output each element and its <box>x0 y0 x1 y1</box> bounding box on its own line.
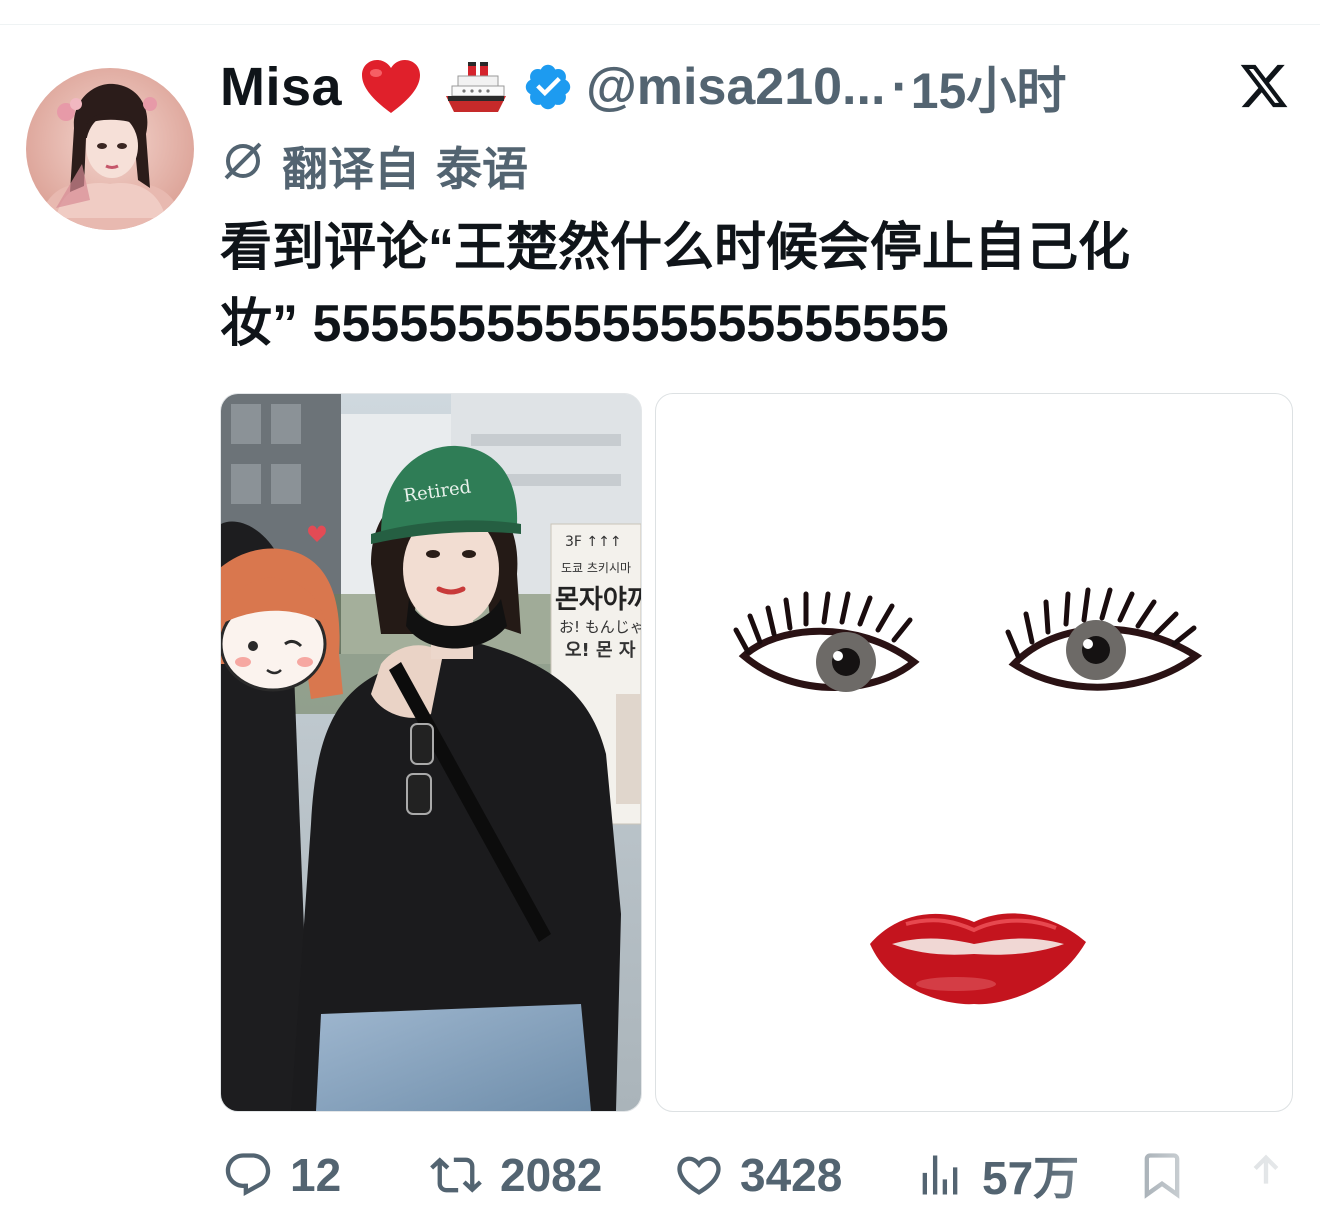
ship-emoji <box>444 58 508 116</box>
translation-note[interactable]: 翻译自 泰语 <box>220 138 528 195</box>
retweet-button[interactable]: 2082 <box>426 1140 602 1210</box>
sign-line: お! もんじゃ <box>559 618 641 636</box>
sign-line: 3F ↑↑↑ <box>565 534 622 550</box>
translate-icon <box>220 138 266 195</box>
x-logo-icon[interactable] <box>1238 60 1290 112</box>
sign-line: 몬자야끼 <box>555 585 641 615</box>
like-count: 3428 <box>740 1149 843 1201</box>
tweet-text: 看到评论“王楚然什么时候会停止自己化 妆” 555555555555555555… <box>220 210 1280 362</box>
retweet-icon <box>426 1149 486 1201</box>
translation-prefix: 翻译自 <box>282 143 420 195</box>
reply-button[interactable]: 12 <box>222 1140 341 1210</box>
heart-icon <box>672 1149 726 1201</box>
verified-badge-icon <box>522 61 574 113</box>
right-eye <box>1005 587 1203 691</box>
tweet-text-line-2: 妆” 5555555555555555555555 <box>220 295 949 353</box>
avatar[interactable] <box>26 68 194 230</box>
top-divider <box>0 24 1320 25</box>
sign-line: 오! 몬 자 <box>565 640 636 661</box>
reply-count: 12 <box>290 1149 342 1201</box>
like-button[interactable]: 3428 <box>672 1140 842 1210</box>
photo-woman-cap[interactable]: 3F ↑↑↑ 도쿄 츠키시마 몬자야끼 お! もんじゃ 오! 몬 자 Retir <box>220 393 642 1112</box>
red-lips <box>870 913 1086 1005</box>
reply-icon <box>222 1149 274 1201</box>
views-icon <box>914 1149 966 1201</box>
author-name[interactable]: Misa <box>220 56 342 118</box>
retweet-count: 2082 <box>500 1149 603 1201</box>
translation-language: 泰语 <box>436 143 528 195</box>
red-heart-emoji <box>360 59 422 115</box>
tweet-header: Misa @misa210... · 15小时 <box>220 52 1066 122</box>
watermark-fade <box>1040 1140 1320 1210</box>
sign-line: 도쿄 츠키시마 <box>561 561 631 575</box>
tweet-text-line-1: 看到评论“王楚然什么时候会停止自己化 <box>220 219 1131 277</box>
left-eye <box>733 591 920 692</box>
author-handle[interactable]: @misa210... <box>586 57 885 117</box>
timestamp[interactable]: 15小时 <box>911 51 1067 123</box>
time-separator: · <box>891 58 909 116</box>
makeup-face-image[interactable] <box>655 393 1293 1112</box>
